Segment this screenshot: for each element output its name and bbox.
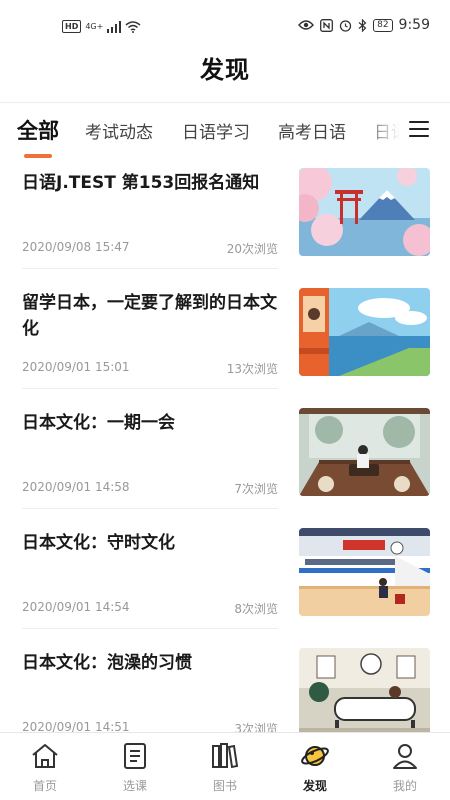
battery-indicator: 82 [373,18,393,32]
nav-label: 发现 [302,779,327,793]
article-title: 日语J.TEST 第153回报名通知 [22,173,260,193]
article-date: 2020/09/08 15:47 [22,240,130,254]
article-thumbnail [299,288,430,376]
divider [22,388,278,389]
books-icon [212,743,239,769]
alarm-icon [339,19,352,32]
nav-profile[interactable]: 我的 [370,741,440,794]
article-date: 2020/09/01 14:58 [22,480,130,494]
tab-japanese-study[interactable]: 日语学习 [182,118,250,143]
status-right: 82 9:59 [298,17,430,33]
tea-room-rain-illustration [299,408,430,496]
article-views: 7次浏览 [234,482,278,496]
article-title: 日本文化：一期一会 [22,413,175,433]
course-icon [124,743,146,769]
tab-fade [360,110,400,150]
status-left: HD 4G+ [62,20,141,33]
clock: 9:59 [398,17,430,33]
status-bar: HD 4G+ 82 9:59 [0,0,450,40]
bluetooth-icon [358,18,367,32]
menu-icon[interactable] [409,121,429,139]
article-date: 2020/09/01 14:54 [22,600,130,614]
article-title: 日本文化：泡澡的习惯 [22,653,192,673]
nav-label: 图书 [212,779,237,793]
tab-gaokao-japanese[interactable]: 高考日语 [278,118,346,143]
nav-books[interactable]: 图书 [190,741,260,794]
hd-badge: HD [62,20,82,33]
nav-label: 首页 [32,779,57,793]
article-item[interactable]: 日语J.TEST 第153回报名通知 2020/09/08 15:47 20次浏… [22,168,430,290]
article-title: 留学日本，一定要了解到的日本文化 [22,293,277,339]
tab-all[interactable]: 全部 [17,115,59,145]
user-icon [393,744,417,769]
signal-icon [107,20,122,33]
article-views: 20次浏览 [226,242,278,256]
nav-home[interactable]: 首页 [10,741,80,794]
article-date: 2020/09/01 15:01 [22,360,130,374]
article-views: 13次浏览 [226,362,278,376]
divider [22,508,278,509]
nav-label: 我的 [392,779,417,793]
home-icon [32,744,58,768]
article-item[interactable]: 日本文化：一期一会 2020/09/01 14:58 7次浏览 [22,408,430,530]
article-thumbnail [299,528,430,616]
article-item[interactable]: 留学日本，一定要了解到的日本文化 2020/09/01 15:01 13次浏览 [22,288,430,410]
mount-fuji-torii-illustration [299,168,430,256]
article-title: 日本文化：守时文化 [22,533,175,553]
tab-exam-news[interactable]: 考试动态 [85,118,153,143]
article-item[interactable]: 日本文化：守时文化 2020/09/01 14:54 8次浏览 [22,528,430,650]
page-title: 发现 [200,56,250,84]
article-thumbnail [299,408,430,496]
active-tab-indicator [24,154,52,158]
divider [22,268,278,269]
bathtub-room-illustration [299,648,430,736]
eye-icon [298,20,315,30]
train-window-sea-illustration [299,288,430,376]
shinkansen-station-illustration [299,528,430,616]
network-type: 4G+ [85,22,104,31]
article-views: 8次浏览 [234,602,278,616]
planet-icon [301,746,329,766]
wifi-icon [125,20,141,33]
category-tabs: 全部 考试动态 日语学习 高考日语 日语 [0,110,400,160]
nav-label: 选课 [122,779,147,793]
nfc-icon [320,18,334,32]
divider [22,628,278,629]
article-thumbnail [299,168,430,256]
header-divider [0,102,450,103]
nav-discover[interactable]: 发现 [280,741,350,794]
nav-courses[interactable]: 选课 [100,741,170,794]
bottom-nav: 首页 选课 图书 发现 我的 [0,732,450,800]
article-thumbnail [299,648,430,736]
